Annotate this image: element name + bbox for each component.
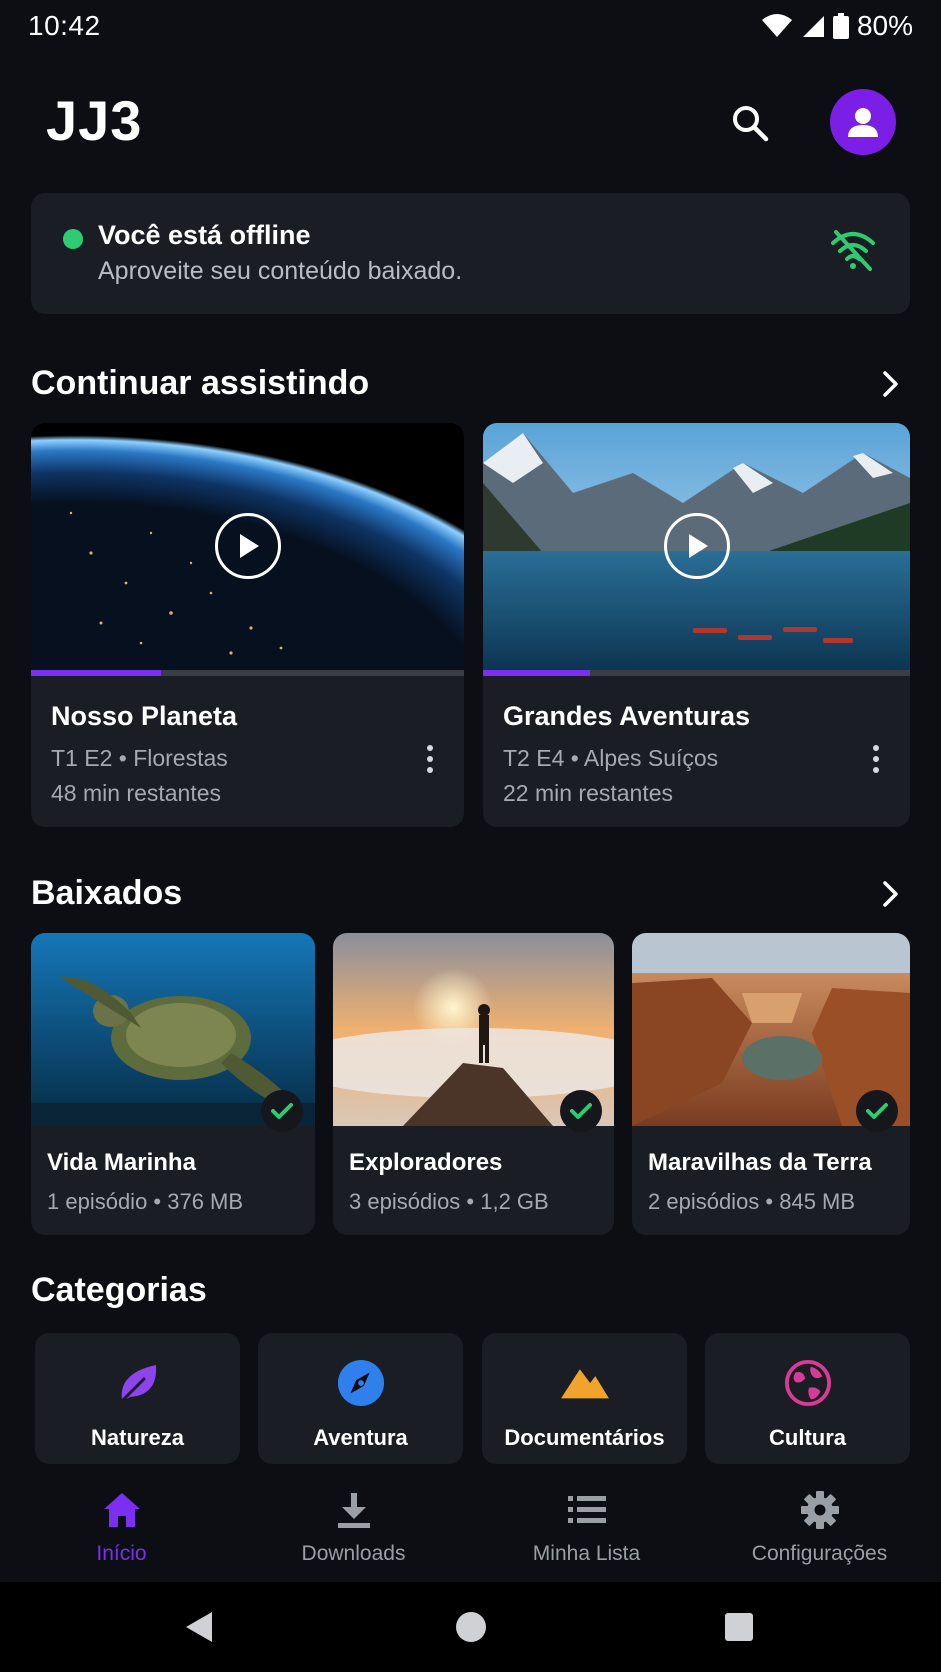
watch-progress-bar xyxy=(31,670,464,676)
downloaded-card-maravilhas-da-terra[interactable]: Maravilhas da Terra 2 episódios • 845 MB xyxy=(632,933,910,1235)
app-title: JJ3 xyxy=(46,89,143,152)
nav-label: Downloads xyxy=(301,1542,406,1565)
bottom-navigation: Início Downloads Minha Lista Configuraçõ… xyxy=(0,1472,941,1582)
nav-label: Início xyxy=(96,1542,147,1565)
continue-card-episode: T2 E4 • Alpes Suíços xyxy=(503,745,719,771)
home-circle-icon xyxy=(456,1612,486,1642)
back-icon xyxy=(186,1612,212,1642)
search-icon xyxy=(733,106,769,142)
downloaded-see-all[interactable] xyxy=(876,879,906,909)
downloaded-card-title: Maravilhas da Terra xyxy=(648,1149,872,1176)
search-button[interactable] xyxy=(724,97,776,149)
download-icon xyxy=(332,1488,376,1532)
globe-icon xyxy=(784,1359,832,1407)
downloaded-card-exploradores[interactable]: Exploradores 3 episódios • 1,2 GB xyxy=(333,933,614,1235)
watch-progress-fill xyxy=(31,670,161,676)
continue-watching-title: Continuar assistindo xyxy=(31,364,370,402)
continue-watching-see-all[interactable] xyxy=(876,369,906,399)
wifi-icon xyxy=(761,14,792,37)
downloaded-check-icon xyxy=(856,1090,898,1132)
continue-card-grandes-aventuras[interactable]: Grandes Aventuras T2 E4 • Alpes Suíços 2… xyxy=(483,423,910,827)
continue-card-nosso-planeta[interactable]: Nosso Planeta T1 E2 • Florestas 48 min r… xyxy=(31,423,464,827)
continue-card-title: Nosso Planeta xyxy=(51,701,238,731)
status-bar: 10:42 80% xyxy=(0,0,941,54)
mountain-icon xyxy=(560,1359,609,1407)
downloaded-card-title: Vida Marinha xyxy=(47,1149,196,1176)
continue-card-remaining: 48 min restantes xyxy=(51,780,222,806)
downloaded-card-meta: 3 episódios • 1,2 GB xyxy=(349,1189,549,1214)
downloaded-card-vida-marinha[interactable]: Vida Marinha 1 episódio • 376 MB xyxy=(31,933,315,1235)
category-aventura[interactable]: Aventura xyxy=(258,1333,463,1464)
downloaded-title: Baixados xyxy=(31,874,183,912)
recents-icon xyxy=(725,1613,753,1641)
nav-downloads[interactable]: Downloads xyxy=(236,1472,471,1582)
offline-subtitle: Aproveite seu conteúdo baixado. xyxy=(98,257,463,285)
status-time: 10:42 xyxy=(28,10,101,41)
gear-icon xyxy=(798,1488,842,1532)
status-icons: 80% xyxy=(761,10,913,42)
profile-button[interactable] xyxy=(830,89,896,155)
offline-title: Você está offline xyxy=(98,220,311,250)
downloaded-check-icon xyxy=(560,1090,602,1132)
nav-minha-lista[interactable]: Minha Lista xyxy=(469,1472,704,1582)
downloaded-card-title: Exploradores xyxy=(349,1149,503,1176)
recents-button[interactable] xyxy=(716,1604,762,1650)
category-label: Aventura xyxy=(313,1425,408,1450)
system-navigation-bar xyxy=(0,1582,941,1672)
downloaded-card-meta: 1 episódio • 376 MB xyxy=(47,1189,244,1214)
category-label: Natureza xyxy=(91,1425,184,1450)
continue-card-title: Grandes Aventuras xyxy=(503,701,751,731)
category-natureza[interactable]: Natureza xyxy=(35,1333,240,1464)
watch-progress-fill xyxy=(483,670,590,676)
nav-label: Minha Lista xyxy=(532,1542,641,1565)
battery-percent: 80% xyxy=(856,10,913,41)
category-cultura[interactable]: Cultura xyxy=(705,1333,910,1464)
back-button[interactable] xyxy=(176,1604,222,1650)
list-icon xyxy=(565,1488,609,1532)
chevron-right-icon xyxy=(883,371,898,397)
offline-banner: Você está offline Aproveite seu conteúdo… xyxy=(31,193,910,314)
category-label: Documentários xyxy=(504,1425,665,1450)
watch-progress-bar xyxy=(483,670,910,676)
more-options-button[interactable] xyxy=(420,741,440,777)
signal-icon xyxy=(802,16,824,37)
offline-status-dot xyxy=(63,229,83,249)
nav-inicio[interactable]: Início xyxy=(4,1472,239,1582)
compass-icon xyxy=(337,1359,385,1407)
play-button[interactable] xyxy=(214,513,281,579)
play-icon xyxy=(239,534,259,558)
continue-card-episode: T1 E2 • Florestas xyxy=(51,745,228,771)
profile-icon xyxy=(848,108,878,137)
downloaded-card-meta: 2 episódios • 845 MB xyxy=(648,1189,856,1214)
leaf-icon xyxy=(114,1359,162,1407)
home-button[interactable] xyxy=(448,1604,494,1650)
play-button[interactable] xyxy=(663,513,730,579)
chevron-right-icon xyxy=(883,881,898,907)
category-label: Cultura xyxy=(769,1425,846,1450)
play-icon xyxy=(688,534,708,558)
categories-title: Categorias xyxy=(31,1271,207,1309)
continue-card-remaining: 22 min restantes xyxy=(503,780,674,806)
more-options-button[interactable] xyxy=(866,741,886,777)
battery-icon xyxy=(832,13,849,39)
nav-label: Configurações xyxy=(751,1542,888,1565)
downloaded-check-icon xyxy=(261,1090,303,1132)
category-documentarios[interactable]: Documentários xyxy=(482,1333,687,1464)
home-icon xyxy=(100,1488,144,1532)
nav-configuracoes[interactable]: Configurações xyxy=(702,1472,937,1582)
wifi-off-icon xyxy=(830,229,876,276)
